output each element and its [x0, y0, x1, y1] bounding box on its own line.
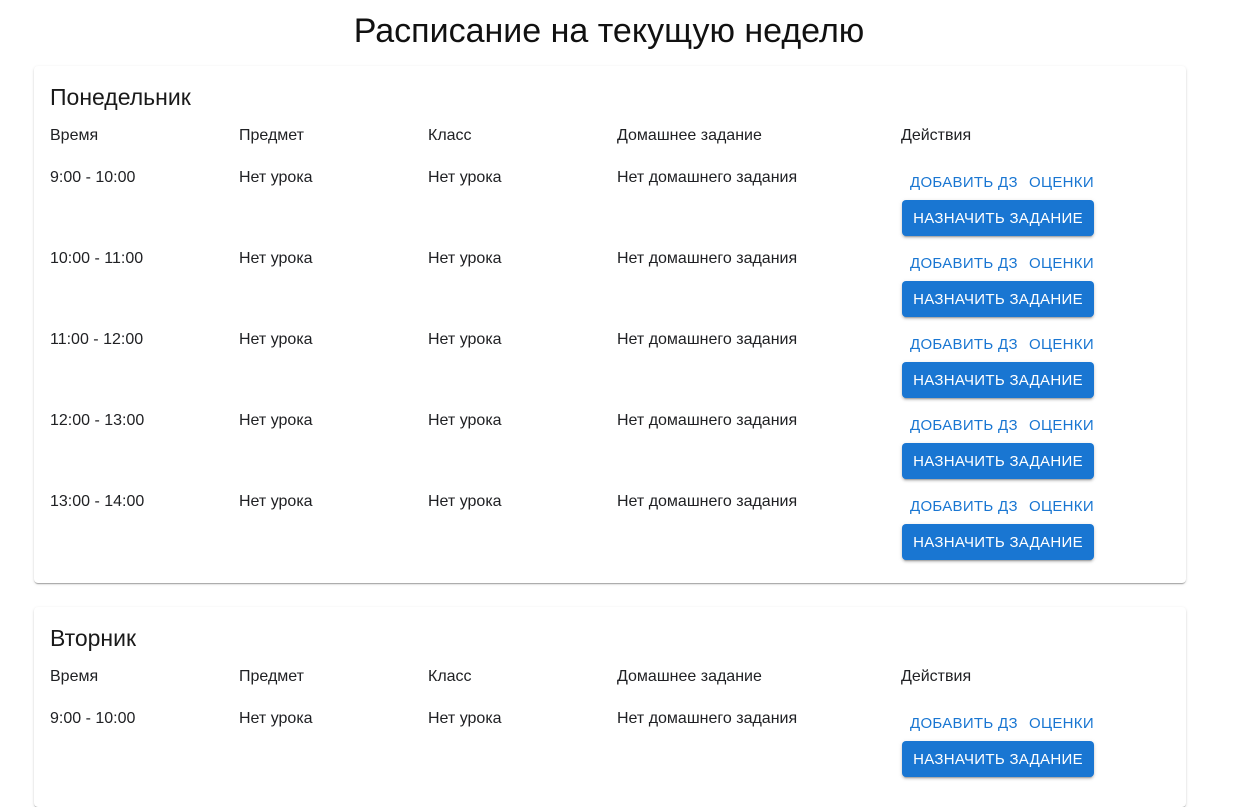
lesson-time: 11:00 - 12:00: [50, 331, 144, 348]
lesson-time: 10:00 - 11:00: [50, 250, 144, 267]
table-row: 10:00 - 11:00 Нет урока Нет урока Нет домаш…: [50, 248, 1170, 329]
table-header: Время Предмет Класс Домашнее задание Дей…: [50, 125, 1170, 149]
lesson-actions: Добавить ДЗ Оценки Назначить задание: [902, 708, 1102, 788]
lesson-homework: Нет домашнего задания: [617, 169, 798, 186]
column-header-subject: Предмет: [239, 127, 304, 144]
assign-task-button[interactable]: Назначить задание: [902, 200, 1094, 236]
add-homework-button[interactable]: Добавить ДЗ: [902, 411, 1026, 441]
lesson-time: 12:00 - 13:00: [50, 412, 145, 429]
lesson-actions: Добавить ДЗ Оценки Назначить задание: [902, 167, 1102, 247]
lesson-subject: Нет урока: [239, 710, 313, 727]
lesson-subject: Нет урока: [239, 493, 313, 510]
day-title: Понедельник: [50, 84, 191, 110]
lesson-actions: Добавить ДЗ Оценки Назначить задание: [902, 329, 1102, 409]
lesson-actions: Добавить ДЗ Оценки Назначить задание: [902, 491, 1102, 571]
lesson-time: 9:00 - 10:00: [50, 710, 136, 727]
grades-button[interactable]: Оценки: [1021, 709, 1102, 739]
lesson-time: 13:00 - 14:00: [50, 493, 145, 510]
column-header-actions: Действия: [901, 127, 972, 144]
table-row: 11:00 - 12:00 Нет урока Нет урока Нет домаш…: [50, 329, 1170, 410]
assign-task-button[interactable]: Назначить задание: [902, 362, 1094, 398]
column-header-time: Время: [50, 668, 99, 685]
day-title: Вторник: [50, 625, 137, 651]
lesson-class: Нет урока: [428, 493, 502, 510]
grades-button[interactable]: Оценки: [1021, 168, 1102, 198]
column-header-subject: Предмет: [239, 668, 304, 685]
assign-task-button[interactable]: Назначить задание: [902, 741, 1094, 777]
grades-button[interactable]: Оценки: [1021, 330, 1102, 360]
lesson-subject: Нет урока: [239, 250, 313, 267]
day-card-tuesday: Вторник Время Предмет Класс Домашнее зад…: [34, 607, 1186, 807]
lesson-class: Нет урока: [428, 331, 502, 348]
lesson-actions: Добавить ДЗ Оценки Назначить задание: [902, 410, 1102, 490]
assign-task-button[interactable]: Назначить задание: [902, 443, 1094, 479]
column-header-class: Класс: [428, 668, 472, 685]
lesson-subject: Нет урока: [239, 331, 313, 348]
column-header-homework: Домашнее задание: [617, 668, 762, 685]
table-row: 12:00 - 13:00 Нет урока Нет урока Нет домаш…: [50, 410, 1170, 491]
table-row: 13:00 - 14:00 Нет урока Нет урока Нет домаш…: [50, 491, 1170, 572]
lesson-class: Нет урока: [428, 412, 502, 429]
lesson-subject: Нет урока: [239, 169, 313, 186]
add-homework-button[interactable]: Добавить ДЗ: [902, 492, 1026, 522]
lesson-class: Нет урока: [428, 169, 502, 186]
column-header-class: Класс: [428, 127, 472, 144]
day-card-monday: Понедельник Время Предмет Класс Домашнее…: [34, 66, 1186, 583]
lesson-time: 9:00 - 10:00: [50, 169, 136, 186]
grades-button[interactable]: Оценки: [1021, 492, 1102, 522]
column-header-actions: Действия: [901, 668, 972, 685]
lesson-homework: Нет домашнего задания: [617, 412, 798, 429]
lesson-homework: Нет домашнего задания: [617, 331, 798, 348]
assign-task-button[interactable]: Назначить задание: [902, 524, 1094, 560]
column-header-homework: Домашнее задание: [617, 127, 762, 144]
lesson-subject: Нет урока: [239, 412, 313, 429]
grades-button[interactable]: Оценки: [1021, 249, 1102, 279]
add-homework-button[interactable]: Добавить ДЗ: [902, 709, 1026, 739]
add-homework-button[interactable]: Добавить ДЗ: [902, 168, 1026, 198]
table-header: Время Предмет Класс Домашнее задание Дей…: [50, 666, 1170, 690]
lesson-homework: Нет домашнего задания: [617, 250, 798, 267]
lesson-class: Нет урока: [428, 710, 502, 727]
add-homework-button[interactable]: Добавить ДЗ: [902, 249, 1026, 279]
lesson-class: Нет урока: [428, 250, 502, 267]
grades-button[interactable]: Оценки: [1021, 411, 1102, 441]
column-header-time: Время: [50, 127, 99, 144]
page-title: Расписание на текущую неделю: [353, 12, 865, 50]
lesson-homework: Нет домашнего задания: [617, 493, 798, 510]
assign-task-button[interactable]: Назначить задание: [902, 281, 1094, 317]
lesson-homework: Нет домашнего задания: [617, 710, 798, 727]
add-homework-button[interactable]: Добавить ДЗ: [902, 330, 1026, 360]
table-row: 9:00 - 10:00 Нет урока Нет урока Нет домашн…: [50, 167, 1170, 248]
table-row: 9:00 - 10:00 Нет урока Нет урока Нет домашн…: [50, 708, 1170, 789]
lesson-actions: Добавить ДЗ Оценки Назначить задание: [902, 248, 1102, 328]
